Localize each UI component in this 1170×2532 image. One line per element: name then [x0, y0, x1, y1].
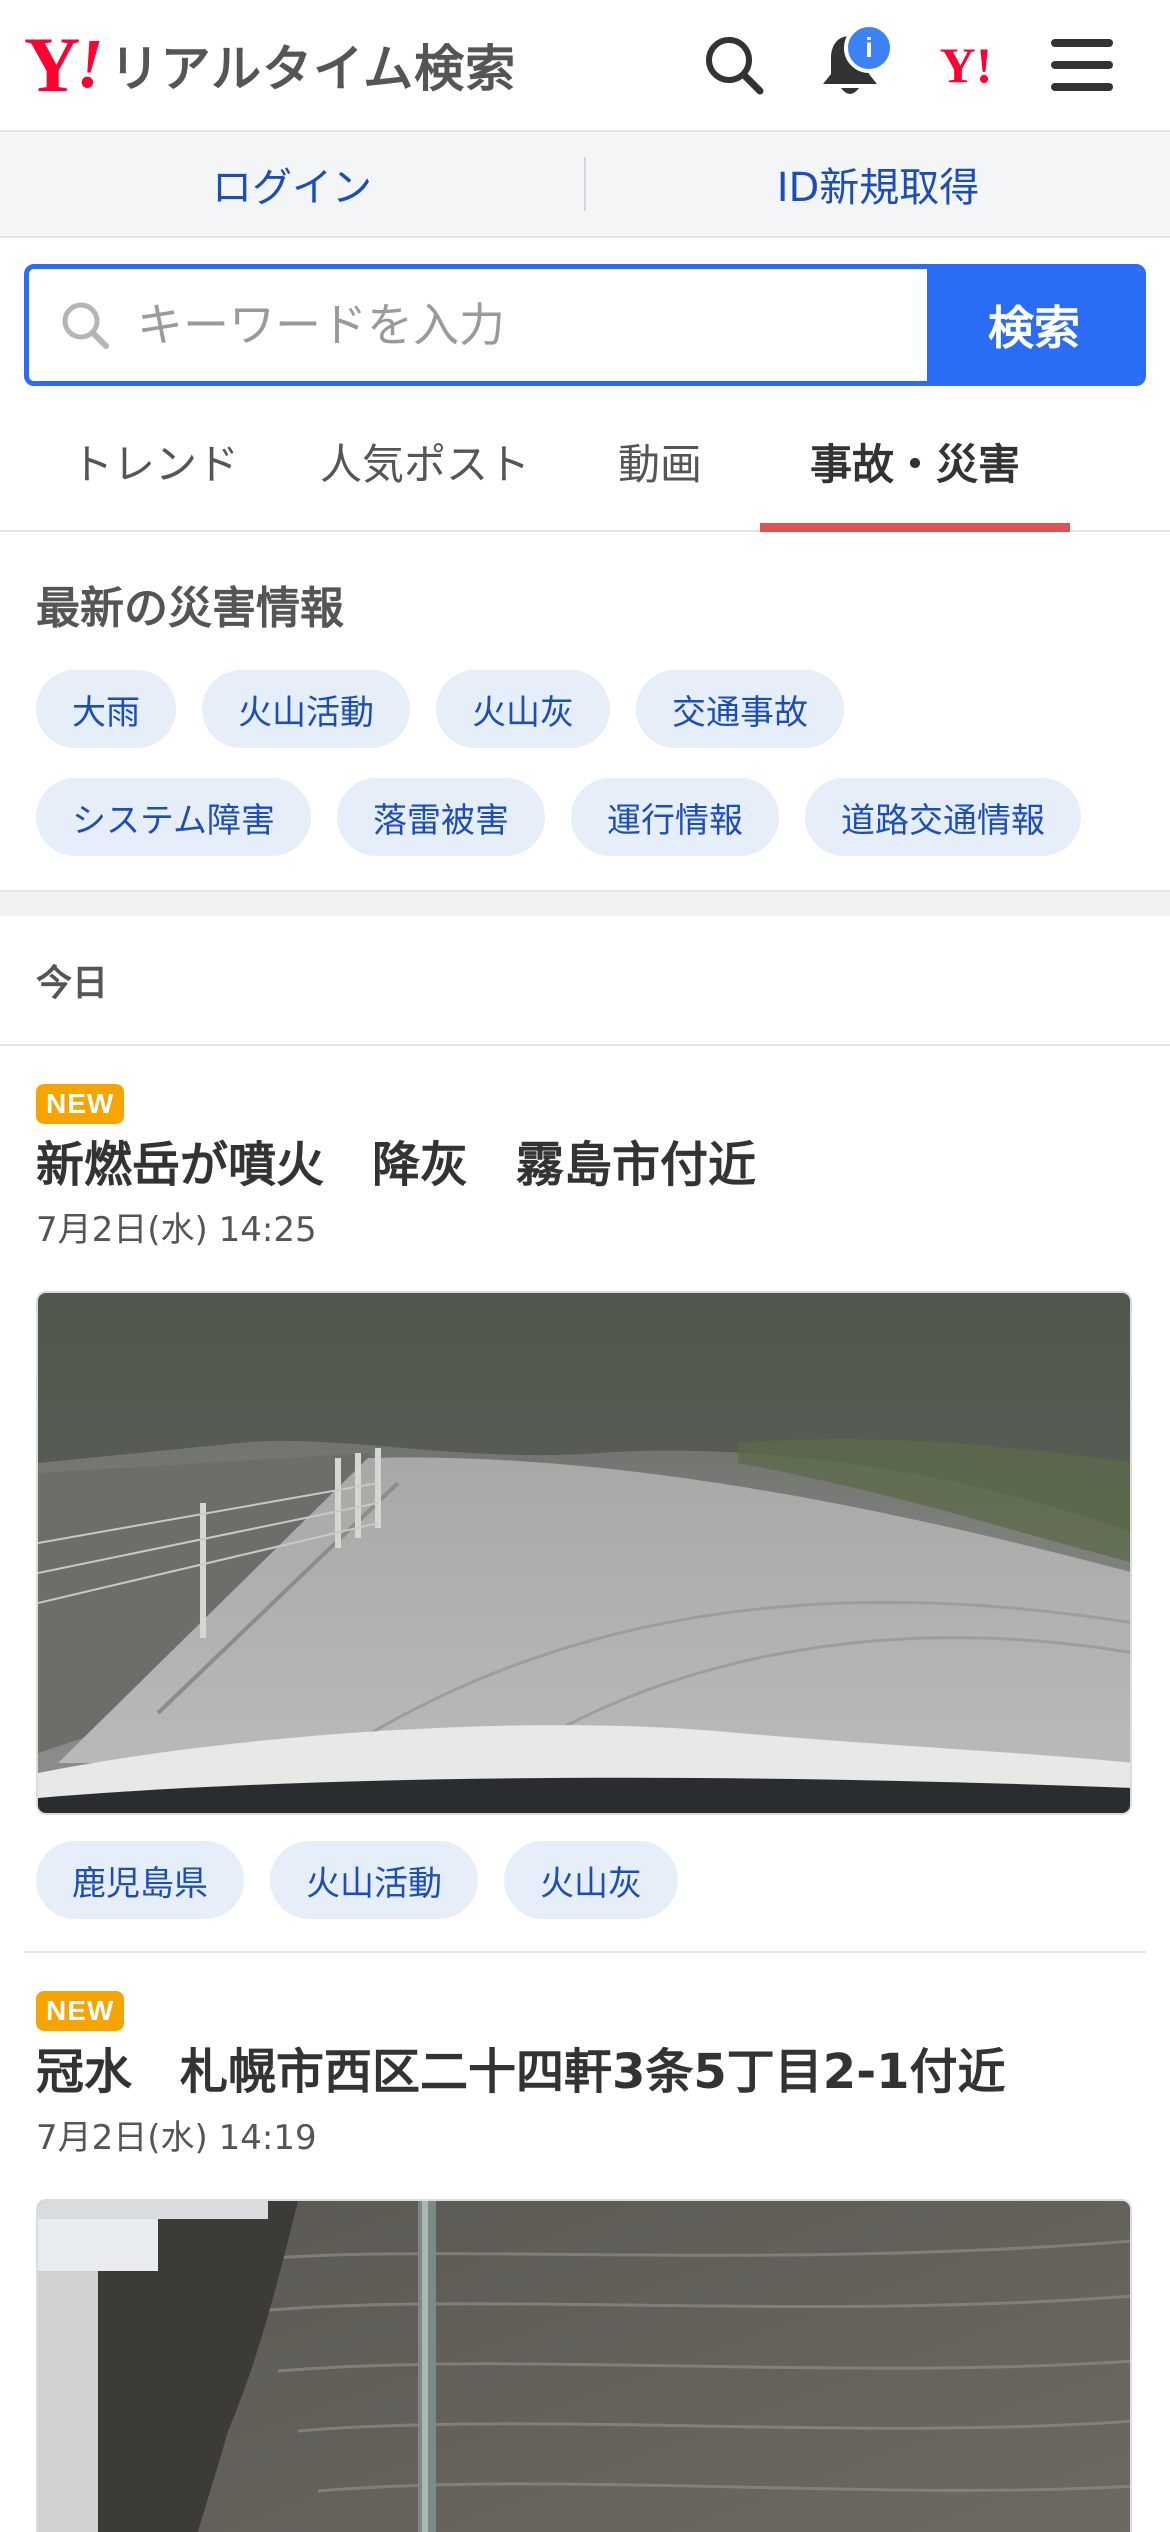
search-field-icon: [62, 302, 109, 349]
chip-traffic-accident[interactable]: 交通事故: [636, 670, 844, 748]
chip-lightning-damage[interactable]: 落雷被害: [336, 778, 545, 856]
yahoo-realtime-logo[interactable]: Y ! リアルタイム検索: [24, 25, 516, 105]
tab-trend[interactable]: トレンド: [20, 392, 290, 530]
category-tabs: トレンド 人気ポスト 動画 事故・災害: [0, 392, 1170, 532]
new-badge: NEW: [36, 1991, 125, 2032]
header-icons: i Y!: [676, 15, 1140, 115]
new-badge: NEW: [36, 1084, 125, 1124]
article-date: 7月2日(水) 14:25: [36, 1210, 317, 1251]
article-date: 7月2日(水) 14:19: [36, 2117, 317, 2158]
article-title[interactable]: 新燃岳が噴火 降灰 霧島市付近: [36, 1134, 1134, 1196]
search-input[interactable]: [137, 298, 927, 352]
hamburger-menu-icon: [1051, 39, 1113, 91]
article-image-flooded-street[interactable]: [36, 2198, 1132, 2532]
disaster-chips: 大雨 火山活動 火山灰 交通事故 システム障害 落雷被害 運行情報 道路交通情報: [36, 670, 1134, 856]
chip-volcanic-ash[interactable]: 火山灰: [436, 670, 610, 748]
register-link[interactable]: ID新規取得: [586, 155, 1170, 213]
search-icon: [706, 37, 764, 95]
tag-volcanic-ash[interactable]: 火山灰: [504, 1841, 678, 1920]
article-card[interactable]: NEW 新燃岳が噴火 降灰 霧島市付近 7月2日(水) 14:25 鹿児島県 火…: [0, 1046, 1170, 1951]
notification-badge: i: [844, 23, 894, 73]
tab-accidents-disasters[interactable]: 事故・災害: [760, 392, 1070, 532]
tag-kagoshima[interactable]: 鹿児島県: [36, 1841, 244, 1920]
tab-popular-posts[interactable]: 人気ポスト: [290, 392, 560, 530]
chip-road-traffic-info[interactable]: 道路交通情報: [804, 778, 1081, 856]
ashfall-road-photo: [38, 1293, 1130, 1814]
article-tags: 鹿児島県 火山活動 火山灰: [36, 1841, 1134, 1951]
menu-button[interactable]: [1024, 15, 1140, 115]
yahoo-small-logo: Y!: [939, 37, 993, 93]
section-divider: [0, 890, 1170, 916]
section-title: 最新の災害情報: [36, 583, 344, 634]
chip-system-failure[interactable]: システム障害: [36, 778, 311, 856]
search-input-area[interactable]: [29, 269, 927, 381]
chip-volcanic-activity[interactable]: 火山活動: [202, 670, 410, 748]
flooded-street-photo: [38, 2200, 1130, 2532]
app-header: Y ! リアルタイム検索 i Y!: [0, 0, 1170, 132]
account-bar: ログイン ID新規取得: [0, 132, 1170, 238]
search-box: 検索: [24, 264, 1146, 386]
chip-heavy-rain[interactable]: 大雨: [36, 670, 176, 748]
tag-volcanic-activity[interactable]: 火山活動: [270, 1841, 478, 1920]
article-image-ashfall-road[interactable]: [36, 1291, 1132, 1816]
logo-bang: !: [76, 26, 104, 103]
search-area: 検索: [0, 238, 1170, 386]
search-button[interactable]: [676, 15, 792, 115]
logo-y: Y: [24, 21, 80, 108]
tab-videos[interactable]: 動画: [560, 392, 760, 530]
article-title[interactable]: 冠水 札幌市西区二十四軒3条5丁目2-1付近: [36, 2041, 1134, 2103]
chip-service-info[interactable]: 運行情報: [570, 778, 779, 856]
day-label: 今日: [0, 916, 1170, 1046]
notification-button[interactable]: i: [792, 15, 908, 115]
search-submit-button[interactable]: 検索: [927, 269, 1141, 381]
login-link[interactable]: ログイン: [0, 155, 584, 213]
logo-text: リアルタイム検索: [109, 40, 517, 98]
disaster-info-section: 最新の災害情報 大雨 火山活動 火山灰 交通事故 システム障害 落雷被害 運行情…: [0, 532, 1170, 890]
yahoo-home-link[interactable]: Y!: [908, 15, 1024, 115]
article-card[interactable]: NEW 冠水 札幌市西区二十四軒3条5丁目2-1付近 7月2日(水) 14:19: [0, 1953, 1170, 2532]
